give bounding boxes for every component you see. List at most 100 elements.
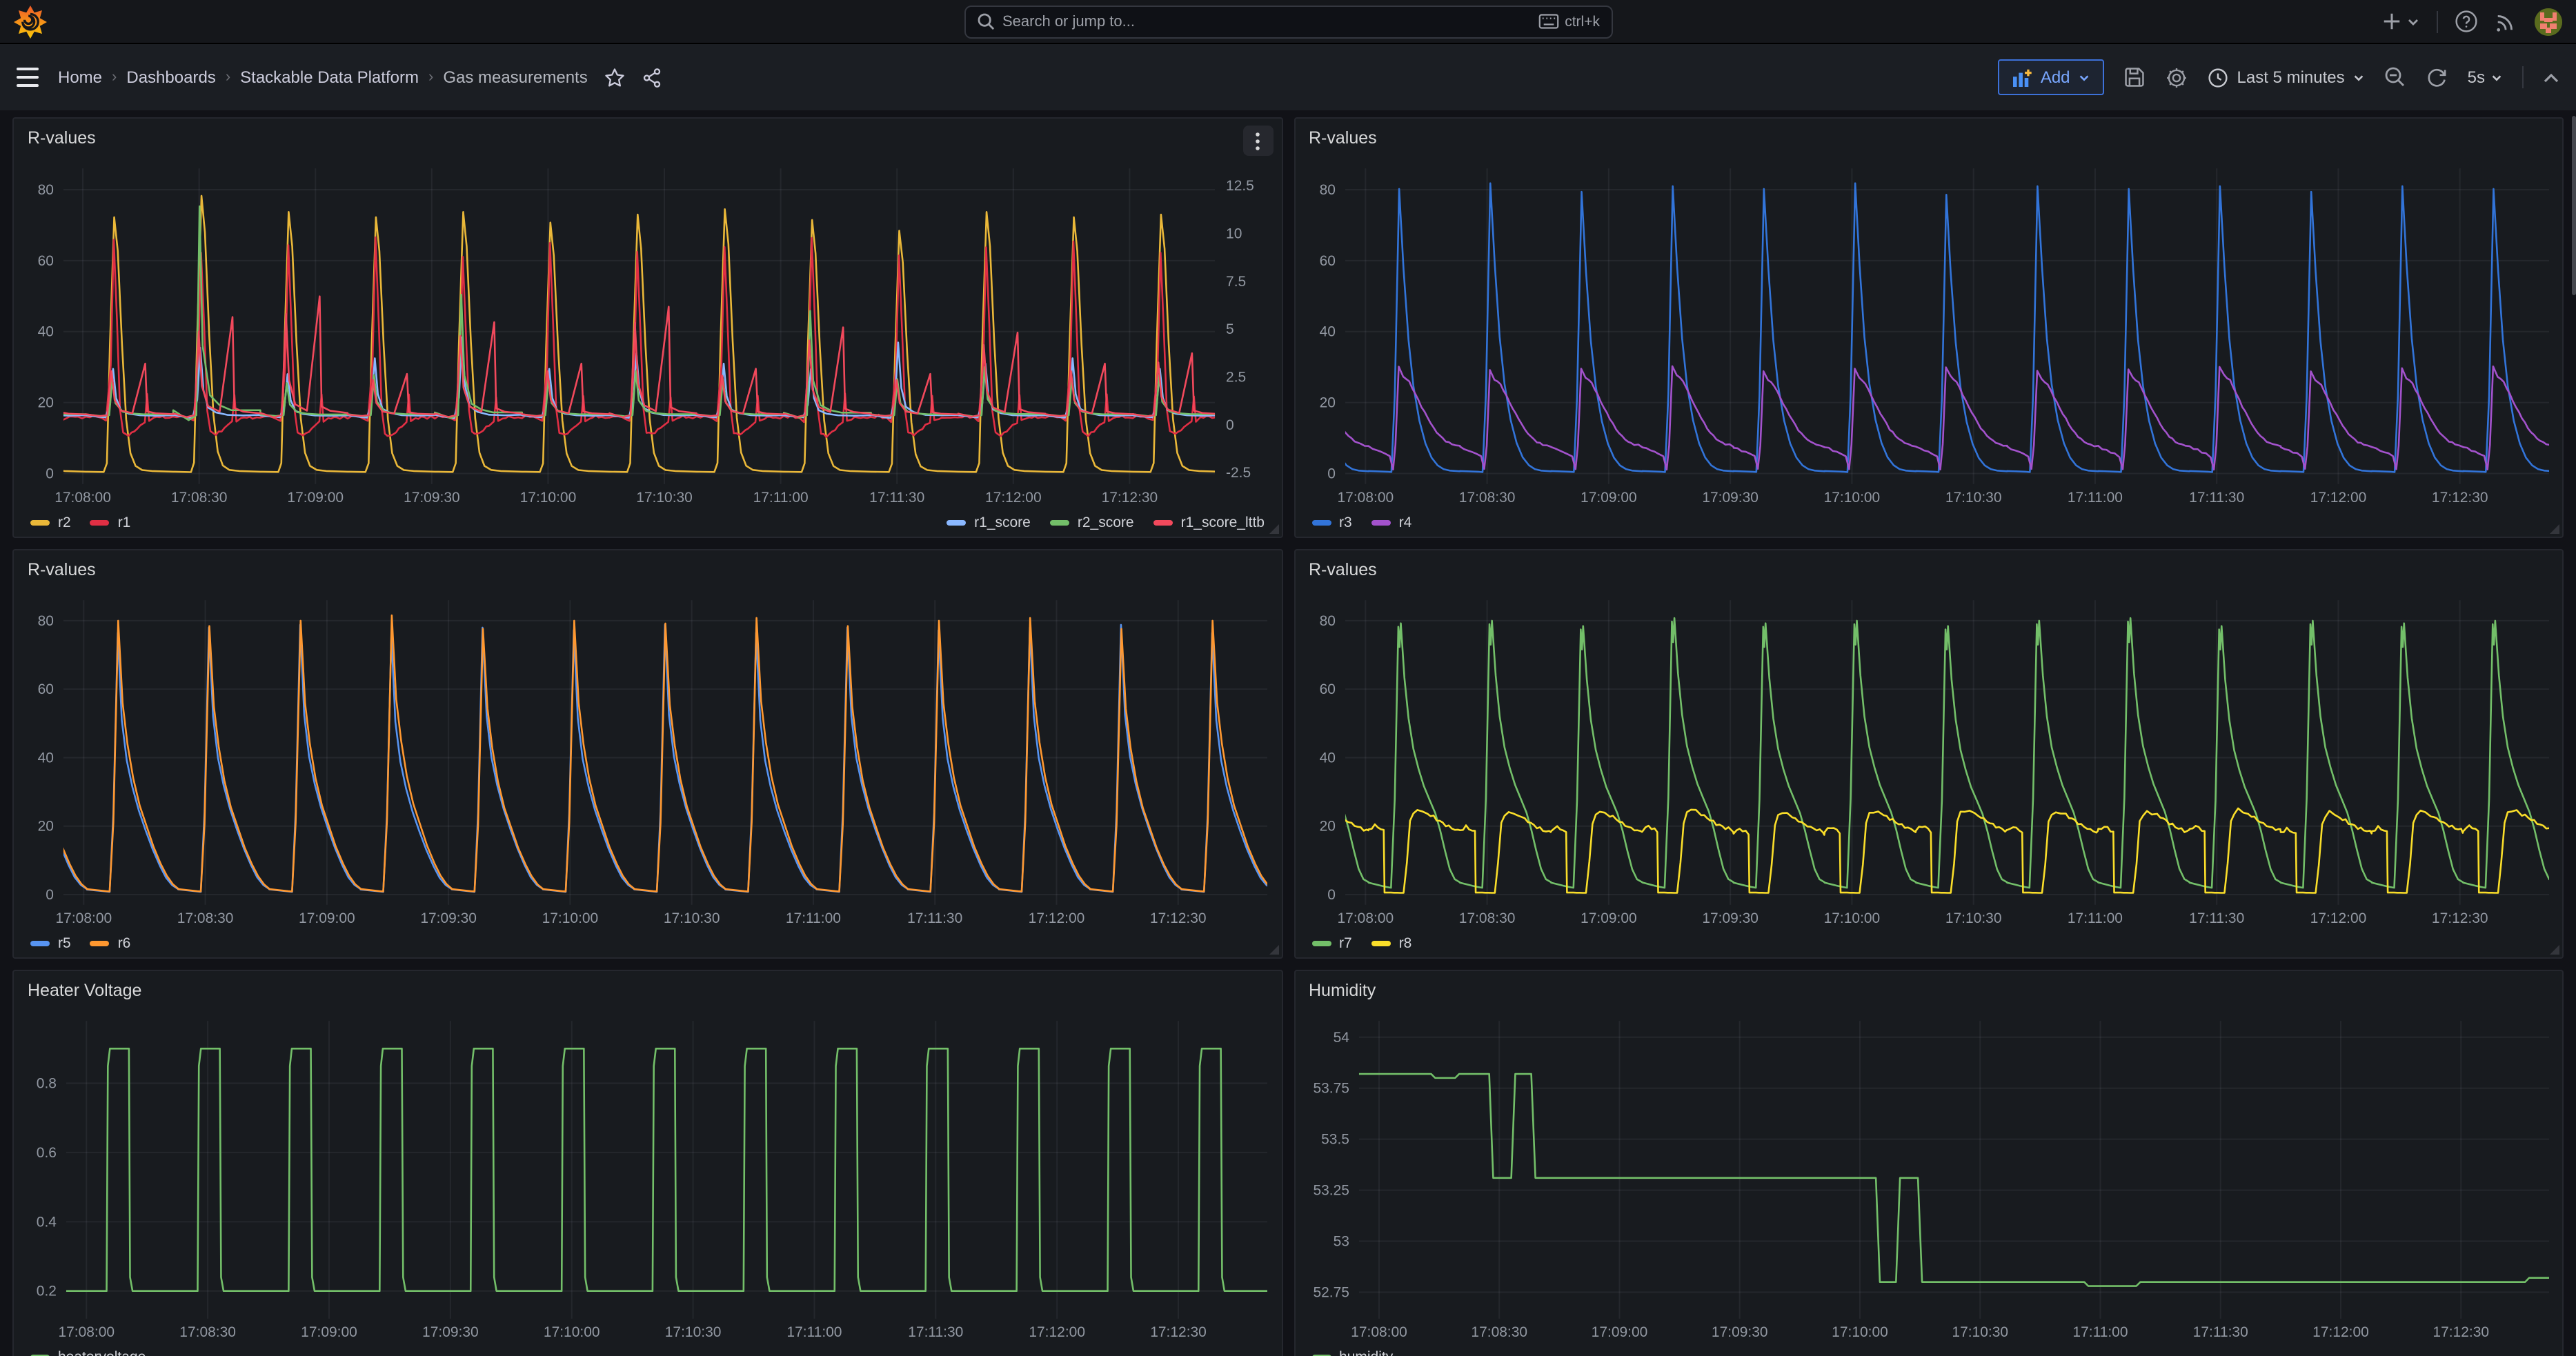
legend-item-r3[interactable]: r3 bbox=[1311, 515, 1352, 531]
new-plus-button[interactable] bbox=[2381, 11, 2420, 32]
panel-title: Heater Voltage bbox=[28, 981, 141, 1000]
svg-text:17:08:30: 17:08:30 bbox=[177, 910, 234, 926]
svg-text:53.25: 53.25 bbox=[1312, 1183, 1348, 1199]
topbar-divider bbox=[2437, 10, 2438, 32]
panel-header[interactable]: Humidity bbox=[1295, 971, 2562, 1010]
time-range-picker[interactable]: Last 5 minutes bbox=[2208, 67, 2366, 88]
svg-text:17:10:00: 17:10:00 bbox=[1823, 490, 1880, 506]
svg-text:17:09:00: 17:09:00 bbox=[287, 490, 344, 506]
collapse-caret-icon[interactable] bbox=[2543, 71, 2559, 83]
legend-label: r8 bbox=[1399, 935, 1412, 952]
svg-text:17:09:00: 17:09:00 bbox=[1580, 490, 1636, 506]
legend-swatch bbox=[947, 520, 966, 526]
panel-header[interactable]: R-values bbox=[14, 119, 1281, 157]
mega-menu-toggle[interactable] bbox=[17, 68, 39, 87]
svg-text:17:12:00: 17:12:00 bbox=[1029, 910, 1085, 926]
panel-title: Humidity bbox=[1309, 981, 1376, 1000]
svg-text:17:10:30: 17:10:30 bbox=[664, 910, 720, 926]
refresh-icon[interactable] bbox=[2426, 66, 2448, 88]
breadcrumb-dashboard-title: Gas measurements bbox=[443, 68, 587, 87]
svg-text:17:12:30: 17:12:30 bbox=[1150, 910, 1207, 926]
time-series-chart[interactable]: 02040608017:08:0017:08:3017:09:0017:09:3… bbox=[1295, 589, 2562, 930]
legend-label: r6 bbox=[118, 935, 131, 952]
zoom-out-time-icon[interactable] bbox=[2385, 66, 2407, 88]
legend-item-r1_score[interactable]: r1_score bbox=[947, 515, 1031, 531]
svg-text:17:10:00: 17:10:00 bbox=[1823, 910, 1880, 926]
panel-resize-handle[interactable] bbox=[2550, 945, 2559, 955]
svg-text:17:12:30: 17:12:30 bbox=[2432, 1324, 2488, 1340]
search-shortcut: ctrl+k bbox=[1565, 13, 1600, 30]
svg-text:20: 20 bbox=[1319, 395, 1335, 411]
help-icon[interactable] bbox=[2455, 10, 2478, 33]
svg-text:17:11:00: 17:11:00 bbox=[2067, 490, 2122, 506]
panel-resize-handle[interactable] bbox=[1269, 524, 1278, 534]
svg-text:17:12:30: 17:12:30 bbox=[2431, 490, 2488, 506]
grafana-app: Search or jump to... ctrl+k bbox=[0, 0, 2576, 1356]
breadcrumb-folder[interactable]: Stackable Data Platform bbox=[240, 68, 419, 87]
legend-item-r5[interactable]: r5 bbox=[30, 935, 71, 952]
grafana-logo[interactable] bbox=[14, 5, 47, 38]
legend-item-r1_score_lttb[interactable]: r1_score_lttb bbox=[1153, 515, 1265, 531]
svg-text:53.5: 53.5 bbox=[1320, 1132, 1349, 1148]
legend-item-r6[interactable]: r6 bbox=[90, 935, 131, 952]
legend-label: r7 bbox=[1339, 935, 1352, 952]
panel-resize-handle[interactable] bbox=[2550, 524, 2559, 534]
panel-humidity: Humidity 52.755353.2553.553.755417:08:00… bbox=[1294, 970, 2564, 1356]
panel-header[interactable]: R-values bbox=[1295, 119, 2562, 157]
refresh-interval-label: 5s bbox=[2468, 68, 2485, 87]
legend-swatch bbox=[1050, 520, 1069, 526]
svg-text:0: 0 bbox=[1327, 466, 1335, 481]
time-series-chart[interactable]: 02040608017:08:0017:08:3017:09:0017:09:3… bbox=[14, 589, 1281, 930]
time-series-chart[interactable]: 020406080-2.502.557.51012.517:08:0017:08… bbox=[14, 157, 1281, 509]
svg-text:17:11:30: 17:11:30 bbox=[869, 490, 924, 506]
panel-header[interactable]: Heater Voltage bbox=[14, 971, 1281, 1010]
svg-text:20: 20 bbox=[1319, 819, 1335, 835]
svg-text:17:11:30: 17:11:30 bbox=[2188, 490, 2243, 506]
add-panel-button[interactable]: Add bbox=[1998, 59, 2105, 95]
news-rss-icon[interactable] bbox=[2495, 10, 2518, 33]
panel-title: R-values bbox=[1309, 128, 1377, 148]
panel-menu-button[interactable] bbox=[1242, 126, 1273, 156]
legend-item-r4[interactable]: r4 bbox=[1371, 515, 1412, 531]
svg-text:17:12:00: 17:12:00 bbox=[2312, 1324, 2368, 1340]
svg-text:17:08:00: 17:08:00 bbox=[56, 910, 112, 926]
search-input[interactable]: Search or jump to... ctrl+k bbox=[964, 5, 1612, 38]
legend-item-r8[interactable]: r8 bbox=[1371, 935, 1412, 952]
svg-text:17:10:30: 17:10:30 bbox=[636, 490, 693, 506]
legend-item-r2_score[interactable]: r2_score bbox=[1050, 515, 1134, 531]
svg-text:20: 20 bbox=[38, 819, 54, 835]
svg-text:17:09:00: 17:09:00 bbox=[299, 910, 355, 926]
panel-header[interactable]: R-values bbox=[14, 550, 1281, 589]
dashboard-settings-icon[interactable] bbox=[2166, 66, 2189, 89]
legend-item-r2[interactable]: r2 bbox=[30, 515, 71, 531]
breadcrumb-dashboards[interactable]: Dashboards bbox=[126, 68, 215, 87]
time-series-chart[interactable]: 52.755353.2553.553.755417:08:0017:08:301… bbox=[1295, 1010, 2562, 1344]
svg-text:17:11:00: 17:11:00 bbox=[786, 1324, 842, 1340]
svg-text:60: 60 bbox=[38, 253, 54, 269]
legend-item-r7[interactable]: r7 bbox=[1311, 935, 1352, 952]
svg-text:17:08:30: 17:08:30 bbox=[1458, 910, 1515, 926]
user-avatar[interactable] bbox=[2535, 8, 2562, 35]
share-icon[interactable] bbox=[642, 67, 662, 88]
refresh-interval-picker[interactable]: 5s bbox=[2468, 68, 2503, 87]
legend-swatch bbox=[30, 941, 50, 946]
svg-text:17:09:30: 17:09:30 bbox=[1701, 910, 1758, 926]
legend-item-r1[interactable]: r1 bbox=[90, 515, 131, 531]
svg-text:17:10:30: 17:10:30 bbox=[665, 1324, 722, 1340]
panel-legend: r3 r4 bbox=[1295, 509, 2562, 537]
dashboard-grid: R-values 020406080-2.502.557.51012.517:0… bbox=[0, 110, 2576, 1356]
svg-text:80: 80 bbox=[38, 613, 54, 629]
save-dashboard-icon[interactable] bbox=[2124, 66, 2146, 88]
time-series-chart[interactable]: 0.20.40.60.817:08:0017:08:3017:09:0017:0… bbox=[14, 1010, 1281, 1344]
panel-header[interactable]: R-values bbox=[1295, 550, 2562, 589]
legend-label: r2_score bbox=[1078, 515, 1134, 531]
panel-resize-handle[interactable] bbox=[1269, 945, 1278, 955]
svg-text:53.75: 53.75 bbox=[1312, 1081, 1348, 1097]
favorite-star-icon[interactable] bbox=[604, 67, 625, 88]
breadcrumb-home[interactable]: Home bbox=[58, 68, 102, 87]
time-series-chart[interactable]: 02040608017:08:0017:08:3017:09:0017:09:3… bbox=[1295, 157, 2562, 509]
page-scrollbar-thumb[interactable] bbox=[2572, 116, 2576, 295]
legend-label: r4 bbox=[1399, 515, 1412, 531]
svg-text:5: 5 bbox=[1226, 321, 1234, 337]
svg-text:54: 54 bbox=[1333, 1030, 1349, 1046]
